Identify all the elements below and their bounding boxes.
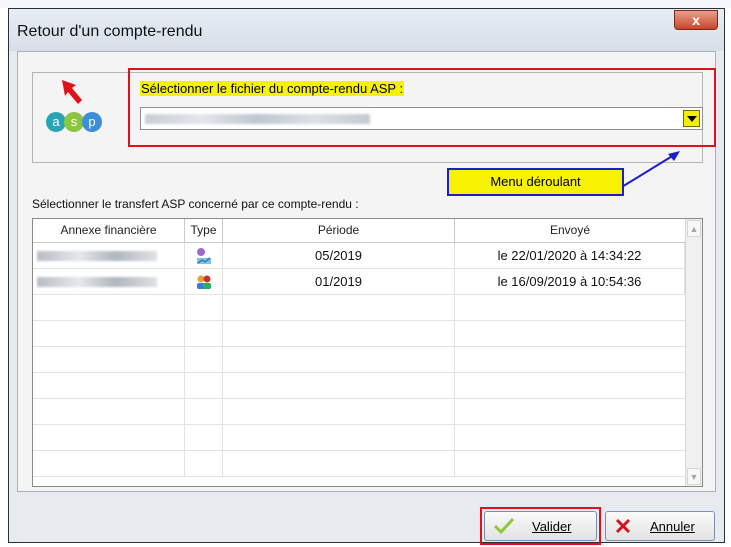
cell-envoye: le 22/01/2020 à 14:34:22 — [455, 243, 685, 269]
transfer-table: Annexe financière Type Période Envoyé 05… — [32, 218, 703, 487]
checkmark-icon — [493, 517, 515, 535]
logo-letter-p: p — [88, 114, 95, 129]
file-dropdown[interactable] — [140, 107, 703, 130]
vertical-scrollbar[interactable]: ▲ ▼ — [685, 219, 702, 486]
col-header-annexe[interactable]: Annexe financière — [33, 219, 185, 243]
group-people-icon — [196, 275, 211, 289]
cell-periode: 05/2019 — [223, 243, 455, 269]
cell-annexe — [33, 269, 185, 295]
empty-row — [33, 321, 685, 347]
cancel-button[interactable]: Annuler — [605, 511, 715, 541]
empty-row — [33, 425, 685, 451]
col-header-periode[interactable]: Période — [223, 219, 455, 243]
dialog-body: a s p Sélectionner le fichier du compte-… — [17, 51, 716, 492]
dropdown-callout: Menu déroulant — [447, 168, 624, 196]
title-bar: Retour d'un compte-rendu x — [9, 9, 724, 51]
cell-periode: 01/2019 — [223, 269, 455, 295]
validate-label: Valider — [532, 519, 572, 534]
logo-letter-a: a — [52, 114, 60, 129]
window-title: Retour d'un compte-rendu — [17, 23, 203, 40]
person-chart-icon — [196, 248, 211, 264]
empty-row — [33, 347, 685, 373]
cell-type — [185, 269, 223, 295]
scroll-down-button[interactable]: ▼ — [687, 468, 701, 485]
table-row[interactable]: 05/2019 le 22/01/2020 à 14:34:22 — [33, 243, 685, 269]
empty-row — [33, 451, 685, 477]
validate-button[interactable]: Valider — [484, 511, 597, 541]
red-arrow-annotation-icon — [62, 80, 82, 104]
empty-row — [33, 399, 685, 425]
button-bar: Valider Annuler — [9, 493, 724, 545]
transfer-section-label: Sélectionner le transfert ASP concerné p… — [32, 197, 359, 211]
file-select-label: Sélectionner le fichier du compte-rendu … — [140, 81, 405, 96]
cross-icon — [615, 518, 631, 534]
dialog-window: Retour d'un compte-rendu x a s p Sélecti… — [8, 8, 725, 545]
col-header-type[interactable]: Type — [185, 219, 223, 243]
logo-letter-s: s — [71, 114, 78, 129]
empty-row — [33, 373, 685, 399]
cell-annexe — [33, 243, 185, 269]
redacted-annexe — [37, 277, 157, 287]
redacted-file-path — [145, 114, 370, 124]
file-selection-group: a s p Sélectionner le fichier du compte-… — [32, 68, 716, 163]
empty-row — [33, 295, 685, 321]
red-highlight-box: Sélectionner le fichier du compte-rendu … — [128, 68, 716, 147]
cell-envoye: le 16/09/2019 à 10:54:36 — [455, 269, 685, 295]
dropdown-arrow-button[interactable] — [683, 110, 700, 127]
scroll-up-button[interactable]: ▲ — [687, 220, 701, 237]
table-row[interactable]: 01/2019 le 16/09/2019 à 10:54:36 — [33, 269, 685, 295]
close-button[interactable]: x — [674, 10, 718, 30]
cell-type — [185, 243, 223, 269]
redacted-annexe — [37, 251, 157, 261]
asp-logo-icon: a s p — [46, 112, 102, 132]
cancel-label: Annuler — [650, 519, 695, 534]
top-strip — [0, 0, 731, 8]
col-header-envoye[interactable]: Envoyé — [455, 219, 686, 243]
